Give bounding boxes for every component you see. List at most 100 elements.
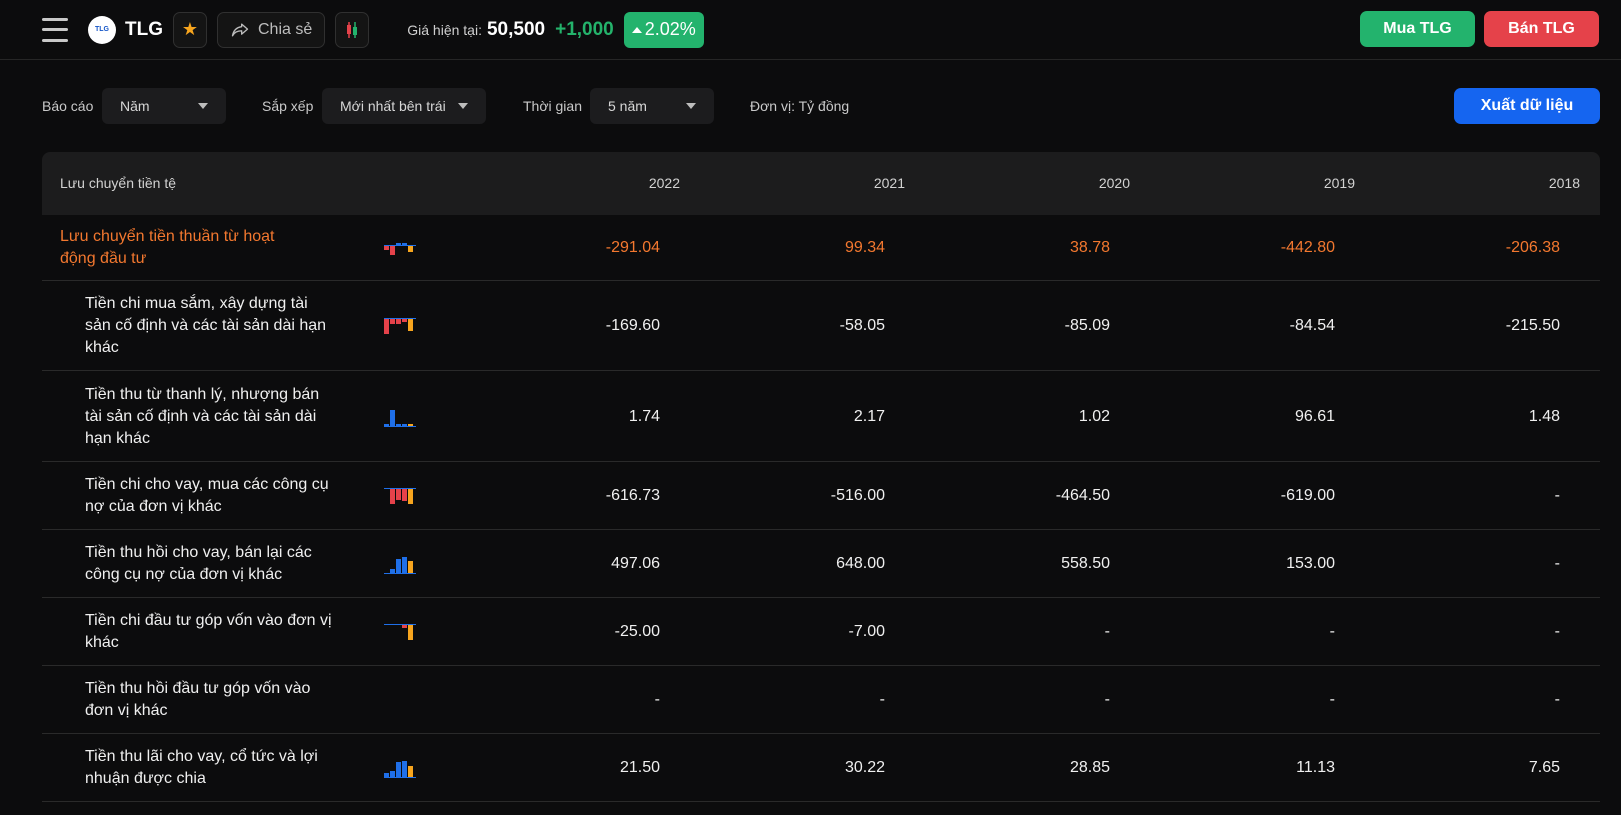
logo-text: TLG — [95, 26, 109, 33]
time-select[interactable]: 5 năm — [590, 88, 714, 124]
menu-icon[interactable] — [42, 17, 68, 42]
year-col-2019: 2019 — [1323, 175, 1355, 191]
change-percent-badge: 2.02% — [623, 11, 704, 48]
cell-2022: 1.74 — [628, 408, 660, 425]
cell-2019: -442.80 — [1280, 239, 1335, 256]
sparkline-bar — [396, 488, 401, 500]
cell-2021: 99.34 — [844, 239, 885, 256]
cell-2022: -169.60 — [605, 317, 660, 334]
chart-button[interactable] — [335, 11, 370, 48]
star-icon: ★ — [181, 19, 199, 39]
cell-2022: - — [654, 691, 660, 708]
sparkline-bar — [408, 488, 413, 504]
cell-2018: - — [1554, 555, 1560, 572]
cell-2020: -85.09 — [1064, 317, 1110, 334]
sort-value: Mới nhất bên trái — [340, 98, 446, 114]
share-button[interactable]: Chia sẻ — [217, 11, 326, 48]
sparkline-bar — [402, 557, 407, 573]
table-body: Lưu chuyển tiền thuần từ hoạt động đầu t… — [42, 215, 1600, 802]
cell-2019: - — [1329, 691, 1335, 708]
unit-label: Đơn vị: Tỷ đồng — [750, 98, 850, 114]
sparkline-bar — [408, 765, 413, 777]
table-row[interactable]: Tiền chi đầu tư góp vốn vào đơn vị khác -… — [42, 598, 1600, 666]
cell-2022: -291.04 — [605, 239, 660, 256]
sort-label: Sắp xếp — [262, 98, 314, 114]
cell-2018: - — [1554, 691, 1560, 708]
cashflow-table: Lưu chuyển tiền tệ 2022 2021 2020 2019 2… — [42, 152, 1600, 802]
year-col-2020: 2020 — [1098, 175, 1130, 191]
caret-down-icon — [458, 103, 468, 109]
sparkline-axis — [384, 624, 416, 625]
cell-2020: - — [1104, 691, 1110, 708]
cell-2018: -215.50 — [1505, 317, 1560, 334]
sparkline-axis — [384, 777, 416, 778]
time-label: Thời gian — [523, 98, 582, 114]
table-header: Lưu chuyển tiền tệ 2022 2021 2020 2019 2… — [42, 152, 1600, 215]
favorite-button[interactable]: ★ — [173, 11, 207, 48]
cell-2022: -25.00 — [614, 623, 660, 640]
sparkline-bar — [396, 761, 401, 777]
export-button[interactable]: Xuất dữ liệu — [1454, 88, 1600, 124]
price-label: Giá hiện tại: — [407, 21, 482, 38]
cell-2018: - — [1554, 487, 1560, 504]
cell-2019: 96.61 — [1294, 408, 1335, 425]
cell-2021: -7.00 — [848, 623, 885, 640]
table-row-total[interactable]: Lưu chuyển tiền thuần từ hoạt động đầu t… — [42, 215, 1600, 281]
cell-2021: 30.22 — [844, 759, 885, 776]
report-value: Năm — [120, 98, 150, 114]
report-label: Báo cáo — [42, 98, 94, 114]
cell-2019: 11.13 — [1296, 759, 1335, 776]
cell-2019: - — [1329, 623, 1335, 640]
cell-2021: -516.00 — [830, 487, 885, 504]
cell-2020: - — [1104, 623, 1110, 640]
cell-2018: -206.38 — [1505, 239, 1560, 256]
table-row[interactable]: Tiền thu từ thanh lý, nhượng bán tài sản… — [42, 371, 1600, 462]
row-label: Lưu chuyển tiền thuần từ hoạt động đầu t… — [60, 228, 275, 267]
share-label: Chia sẻ — [258, 20, 313, 38]
cell-2019: 153.00 — [1286, 555, 1335, 572]
sparkline-bar — [384, 318, 389, 334]
cell-2018: 7.65 — [1528, 759, 1560, 776]
sort-select[interactable]: Mới nhất bên trái — [322, 88, 486, 124]
sparkline-chart — [384, 237, 418, 259]
cell-2021: 2.17 — [853, 408, 885, 425]
cell-2019: -84.54 — [1289, 317, 1335, 334]
cell-2020: 558.50 — [1061, 555, 1110, 572]
cell-2022: -616.73 — [605, 487, 660, 504]
sparkline-bar — [390, 245, 395, 255]
sparkline-axis — [384, 426, 416, 427]
caret-down-icon — [686, 103, 696, 109]
share-icon — [231, 23, 249, 36]
row-label: Tiền chi mua sắm, xây dựng tài sản cố đị… — [85, 295, 327, 356]
sell-button[interactable]: Bán TLG — [1484, 11, 1599, 47]
sparkline-chart — [384, 485, 418, 507]
time-value: 5 năm — [608, 98, 647, 114]
cell-2020: -464.50 — [1055, 487, 1110, 504]
arrow-up-icon — [631, 26, 642, 33]
sparkline-chart — [384, 553, 418, 575]
sparkline-axis — [384, 318, 416, 319]
sparkline-bar — [390, 410, 395, 426]
sparkline-bar — [408, 318, 413, 331]
top-bar: TLG TLG ★ Chia sẻ Giá hiện tại: 50,500 +… — [0, 0, 1621, 60]
sparkline-axis — [384, 245, 416, 246]
year-col-2022: 2022 — [648, 175, 680, 191]
table-row[interactable]: Tiền chi cho vay, mua các công cụ nợ của… — [42, 462, 1600, 530]
year-col-2018: 2018 — [1548, 175, 1580, 191]
row-label: Tiền thu hồi đầu tư góp vốn vào đơn vị k… — [85, 680, 311, 719]
cell-2019: -619.00 — [1280, 487, 1335, 504]
cell-2022: 497.06 — [611, 555, 660, 572]
caret-down-icon — [198, 103, 208, 109]
sparkline-chart — [384, 757, 418, 779]
table-row[interactable]: Tiền thu hồi đầu tư góp vốn vào đơn vị k… — [42, 666, 1600, 734]
table-row[interactable]: Tiền thu lãi cho vay, cổ tức và lợi nhuậ… — [42, 734, 1600, 802]
table-row[interactable]: Tiền chi mua sắm, xây dựng tài sản cố đị… — [42, 281, 1600, 371]
ticker-symbol: TLG — [125, 18, 163, 40]
table-row[interactable]: Tiền thu hồi cho vay, bán lại các công c… — [42, 530, 1600, 598]
sparkline-chart — [384, 406, 418, 428]
report-select[interactable]: Năm — [102, 88, 226, 124]
row-label: Tiền chi đầu tư góp vốn vào đơn vị khác — [85, 612, 332, 651]
cell-2018: - — [1554, 623, 1560, 640]
buy-button[interactable]: Mua TLG — [1360, 11, 1475, 47]
sparkline-chart — [384, 621, 418, 643]
